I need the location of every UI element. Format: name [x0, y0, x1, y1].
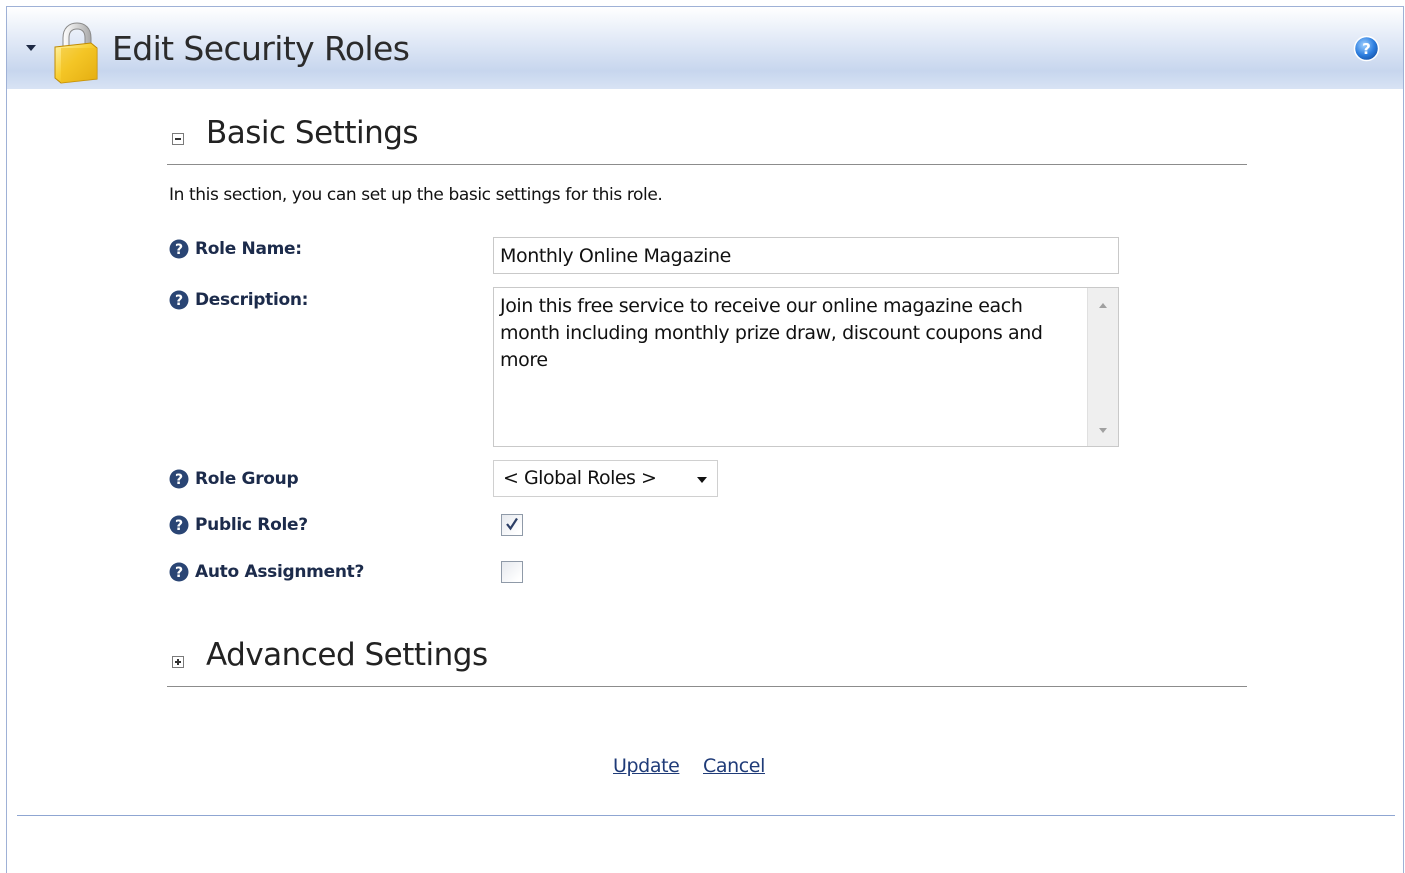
svg-text:?: ? [175, 472, 183, 488]
chevron-down-icon[interactable] [697, 477, 707, 483]
svg-text:?: ? [175, 518, 183, 534]
public-role-label: ? Public Role? [169, 513, 308, 537]
help-question-icon[interactable]: ? [169, 515, 189, 535]
edit-security-roles-panel: Edit Security Roles ? Basic Settings In … [6, 6, 1404, 873]
role-group-select[interactable]: < Global Roles > [493, 460, 718, 497]
basic-settings-title[interactable]: Basic Settings [206, 115, 419, 151]
svg-text:?: ? [175, 242, 183, 258]
role-group-label: ? Role Group [169, 467, 299, 491]
role-name-label: ? Role Name: [169, 237, 302, 261]
description-textarea[interactable]: Join this free service to receive our on… [494, 288, 1087, 446]
lock-icon [54, 22, 98, 84]
public-role-checkbox[interactable] [501, 514, 523, 536]
panel-header: Edit Security Roles ? [7, 7, 1403, 89]
update-link[interactable]: Update [613, 755, 680, 777]
role-group-label-text: Role Group [195, 469, 299, 489]
scroll-up-icon[interactable] [1099, 303, 1107, 308]
public-role-label-text: Public Role? [195, 515, 308, 535]
advanced-settings-header: Advanced Settings [167, 629, 1247, 687]
help-question-icon[interactable]: ? [169, 562, 189, 582]
description-scrollbar[interactable] [1087, 288, 1118, 446]
role-name-label-text: Role Name: [195, 239, 302, 259]
scroll-down-icon[interactable] [1099, 428, 1107, 433]
help-question-icon[interactable]: ? [169, 469, 189, 489]
svg-text:?: ? [175, 565, 183, 581]
cancel-link[interactable]: Cancel [703, 755, 765, 777]
basic-settings-header: Basic Settings [167, 107, 1247, 165]
checkmark-icon [506, 517, 518, 531]
advanced-settings-title[interactable]: Advanced Settings [206, 637, 488, 673]
collapse-toggle-icon[interactable] [172, 133, 184, 145]
collapse-arrow-icon[interactable] [26, 45, 36, 51]
description-label-text: Description: [195, 290, 309, 310]
help-question-icon[interactable]: ? [169, 290, 189, 310]
expand-toggle-icon[interactable] [172, 656, 184, 668]
auto-assignment-label: ? Auto Assignment? [169, 560, 364, 584]
auto-assignment-label-text: Auto Assignment? [195, 562, 365, 582]
section-intro: In this section, you can set up the basi… [169, 185, 663, 205]
description-label: ? Description: [169, 288, 308, 312]
role-group-selected-value: < Global Roles > [503, 467, 657, 489]
page-title: Edit Security Roles [112, 29, 410, 68]
svg-text:?: ? [1362, 40, 1371, 58]
help-question-icon[interactable]: ? [169, 239, 189, 259]
svg-text:?: ? [175, 293, 183, 309]
auto-assignment-checkbox[interactable] [501, 561, 523, 583]
help-icon[interactable]: ? [1353, 35, 1380, 62]
role-name-input[interactable] [493, 237, 1119, 274]
divider [17, 815, 1395, 816]
description-field: Join this free service to receive our on… [493, 287, 1119, 447]
